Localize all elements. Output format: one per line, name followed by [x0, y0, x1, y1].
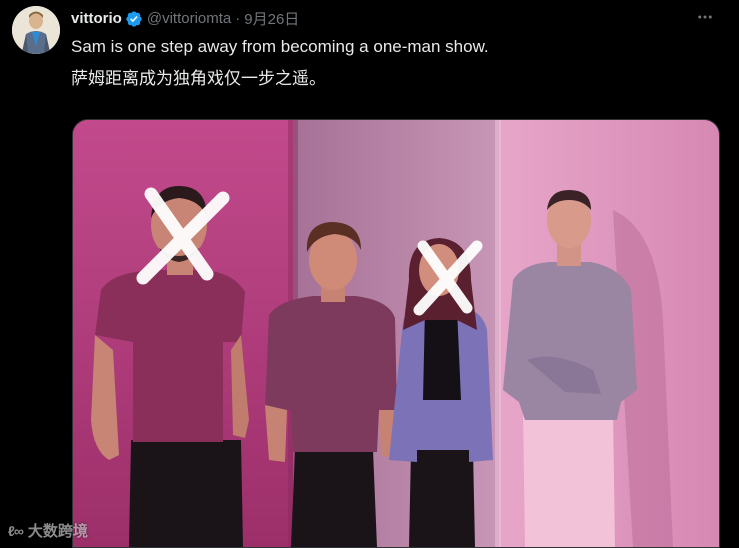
- tweet-text-english: Sam is one step away from becoming a one…: [71, 37, 489, 56]
- tweet-text-chinese: 萨姆距离成为独角戏仅一步之遥。: [71, 69, 326, 88]
- more-horizontal-icon[interactable]: [693, 8, 717, 26]
- watermark: ℓ∞ 大数跨境: [8, 520, 88, 541]
- tweet-photo[interactable]: [72, 119, 720, 548]
- watermark-text: 大数跨境: [27, 523, 88, 540]
- group-photo-illustration: [73, 120, 719, 547]
- author-handle[interactable]: @vittoriomta: [147, 10, 231, 27]
- tweet: vittorio @vittoriomta · 9月26日 Sam is one…: [0, 0, 739, 548]
- watermark-logo: ℓ∞: [8, 522, 24, 539]
- author-name[interactable]: vittorio: [71, 10, 122, 27]
- avatar[interactable]: [12, 6, 60, 54]
- tweet-header: vittorio @vittoriomta · 9月26日: [71, 8, 299, 29]
- avatar-illustration: [12, 6, 60, 54]
- verified-badge-icon: [125, 10, 143, 28]
- tweet-date[interactable]: 9月26日: [244, 8, 299, 29]
- separator-dot: ·: [235, 10, 241, 27]
